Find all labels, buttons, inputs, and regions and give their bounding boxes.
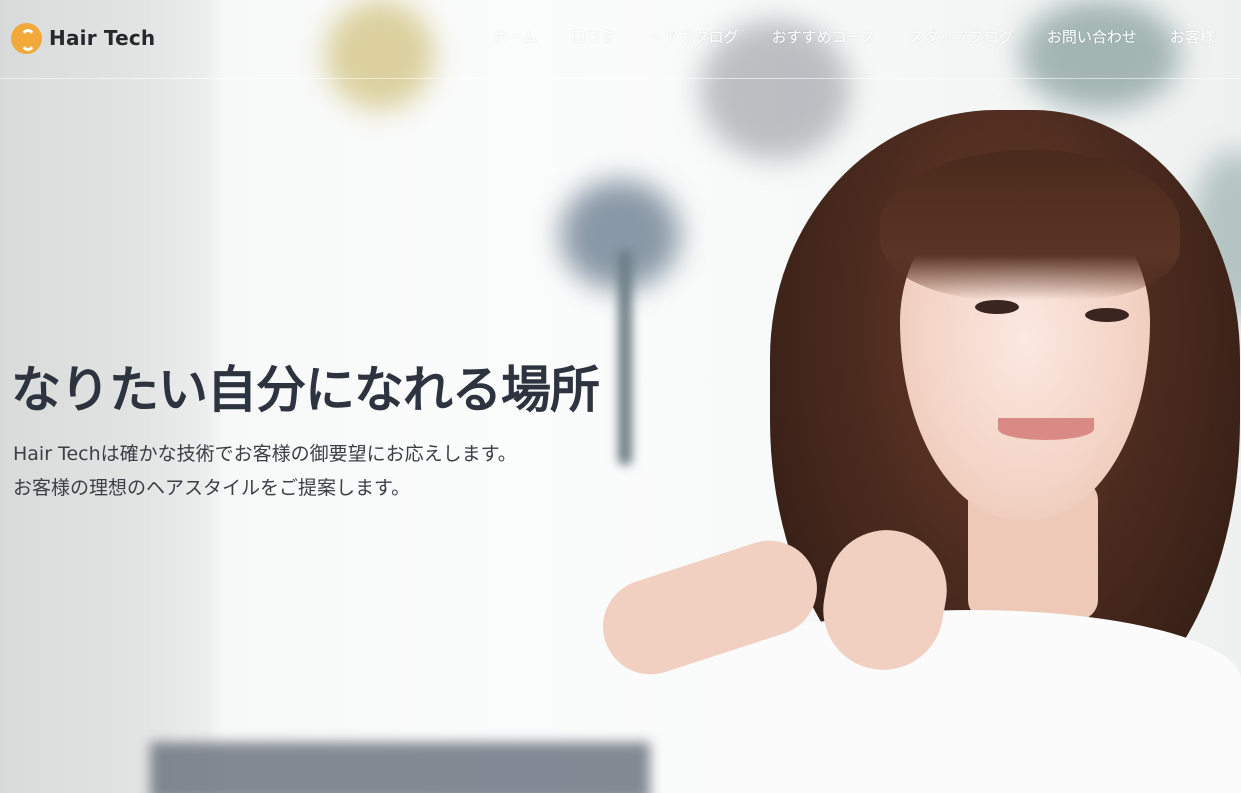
site-header: Hair Tech ホーム 口コミ ヘアカタログ おすすめコース スタッフブログ… <box>0 0 1241 79</box>
hero-title: なりたい自分になれる場所 <box>11 361 600 419</box>
logo-icon <box>11 22 42 54</box>
logo[interactable]: Hair Tech <box>11 22 155 54</box>
nav-item-reviews[interactable]: 口コミ <box>571 24 616 50</box>
logo-text: Hair Tech <box>49 26 156 50</box>
main-nav: ホーム 口コミ ヘアカタログ おすすめコース スタッフブログ お問い合わせ お客… <box>493 24 1241 50</box>
hero-description: Hair Techは確かな技術でお客様の御要望にお応えします。 お客様の理想のヘ… <box>13 437 517 505</box>
hero-description-line: お客様の理想のヘアスタイルをご提案します。 <box>13 477 411 499</box>
nav-item-customer[interactable]: お客様 <box>1170 24 1215 50</box>
nav-item-home[interactable]: ホーム <box>493 24 538 50</box>
nav-item-contact[interactable]: お問い合わせ <box>1047 24 1137 50</box>
nav-item-recommended-course[interactable]: おすすめコース <box>772 24 876 50</box>
nav-item-staff-blog[interactable]: スタッフブログ <box>909 24 1014 50</box>
hero-description-line: Hair Techは確かな技術でお客様の御要望にお応えします。 <box>13 443 517 465</box>
page: Hair Tech ホーム 口コミ ヘアカタログ おすすめコース スタッフブログ… <box>0 0 1241 793</box>
nav-item-hair-catalog[interactable]: ヘアカタログ <box>649 24 739 50</box>
